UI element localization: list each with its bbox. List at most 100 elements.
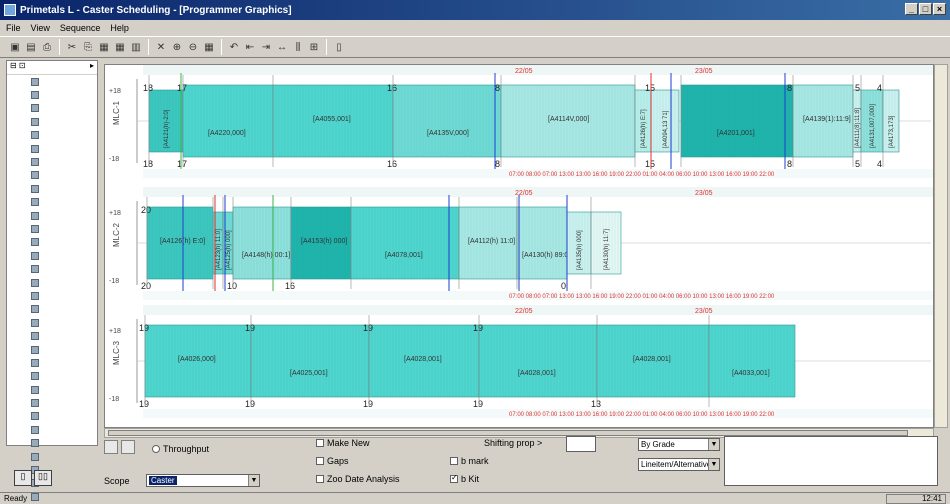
tree-item[interactable] <box>7 329 97 342</box>
folder-icon <box>31 425 39 434</box>
close-icon[interactable]: ✕ <box>154 40 168 54</box>
tree-item[interactable] <box>7 222 97 235</box>
close-button[interactable]: × <box>933 3 946 15</box>
tree-header-left[interactable]: ⊟ ⊡ <box>10 61 26 74</box>
menu-help[interactable]: Help <box>110 23 129 33</box>
zoo-date-analysis-option[interactable]: Zoo Date Analysis <box>316 474 400 484</box>
menu-view[interactable]: View <box>31 23 50 33</box>
tree-item[interactable] <box>7 423 97 436</box>
block-bottom-number: 16 <box>285 281 295 291</box>
tree-item[interactable] <box>7 356 97 369</box>
split-view-icon[interactable]: ▯▯ <box>34 470 52 486</box>
b-kit-option[interactable]: b Kit <box>450 473 479 484</box>
tree-item[interactable] <box>7 396 97 409</box>
filter-select[interactable]: Lineitem/Alternative ▼ <box>638 458 720 471</box>
block-label: [A4153(h) 000] <box>301 238 347 245</box>
block-label: [A4123(h) 11:0] <box>216 229 222 270</box>
tree-item[interactable] <box>7 316 97 329</box>
tree-item[interactable] <box>7 370 97 383</box>
tree-item[interactable] <box>7 196 97 209</box>
paste-icon[interactable]: ▦ <box>97 40 111 54</box>
merge-icon[interactable]: ⊞ <box>307 40 321 54</box>
open-icon[interactable]: ▣ <box>8 40 22 54</box>
throughput-radio[interactable] <box>152 445 160 453</box>
tree-item[interactable] <box>7 115 97 128</box>
tree-item[interactable] <box>7 262 97 275</box>
grid-icon[interactable]: ▦ <box>113 40 127 54</box>
tree-item[interactable] <box>7 75 97 88</box>
menu-sequence[interactable]: Sequence <box>60 23 101 33</box>
shifting-prop: Shifting prop > <box>484 438 542 448</box>
b-kit-checkbox[interactable] <box>450 473 458 483</box>
delete-icon[interactable]: ⊖ <box>186 40 200 54</box>
b-mark-option[interactable]: b mark <box>450 456 489 466</box>
tree-item[interactable] <box>7 249 97 262</box>
calendar-icon[interactable]: ▦ <box>202 40 216 54</box>
cut-icon[interactable]: ✂ <box>65 40 79 54</box>
tree-item[interactable] <box>7 169 97 182</box>
tree-item[interactable] <box>7 236 97 249</box>
gaps-checkbox[interactable] <box>316 457 324 465</box>
chevron-down-icon[interactable]: ▼ <box>248 475 259 486</box>
gantt-chart[interactable]: 22/05 23/05 +18 -18 MLC-1 [A4121(h)-2:0] 18 18 [… <box>105 65 934 428</box>
tree-item[interactable] <box>7 410 97 423</box>
tree-item[interactable] <box>7 129 97 142</box>
sort-select[interactable]: By Grade ▼ <box>638 438 720 451</box>
gaps-option[interactable]: Gaps <box>316 456 349 466</box>
folder-icon <box>31 224 39 233</box>
tree-item[interactable] <box>7 383 97 396</box>
tree-item[interactable] <box>7 155 97 168</box>
tree-item[interactable] <box>7 450 97 463</box>
info-box[interactable] <box>724 436 938 486</box>
tree-item[interactable] <box>7 343 97 356</box>
b-mark-checkbox[interactable] <box>450 457 458 465</box>
folder-icon <box>31 345 39 354</box>
tree-header-right[interactable]: ▸ <box>90 61 94 74</box>
insert-icon[interactable]: ⊕ <box>170 40 184 54</box>
align-right-icon[interactable]: ⇥ <box>259 40 273 54</box>
tree-item[interactable] <box>7 289 97 302</box>
single-view-icon[interactable]: ▯ <box>14 470 32 486</box>
tree-item[interactable] <box>7 88 97 101</box>
tree-item[interactable] <box>7 276 97 289</box>
b-mark-label: b mark <box>461 456 489 466</box>
zoo-date-analysis-checkbox[interactable] <box>316 475 324 483</box>
folder-icon <box>31 171 39 180</box>
block-top-number: 5 <box>855 83 860 93</box>
split-icon[interactable]: ⫼ <box>291 40 305 54</box>
prev-button[interactable] <box>104 440 118 454</box>
undo-icon[interactable]: ↶ <box>227 40 241 54</box>
scope-select[interactable]: Caster ▼ <box>146 474 260 487</box>
move-icon[interactable]: ↔ <box>275 40 289 54</box>
shifting-prop-input[interactable] <box>566 436 596 452</box>
block-label: [A4131,007,000] <box>870 104 876 148</box>
next-button[interactable] <box>121 440 135 454</box>
date-strip <box>143 187 933 197</box>
make-new-option[interactable]: Make New <box>316 438 370 448</box>
copy-icon[interactable]: ⎘ <box>81 40 95 54</box>
vertical-scrollbar[interactable] <box>934 64 948 428</box>
gantt-area[interactable]: 22/05 23/05 +18 -18 MLC-1 [A4121(h)-2:0] 18 18 [… <box>104 64 934 428</box>
block-label: [A4094,13 71] <box>663 110 669 148</box>
print-icon[interactable]: ⎙ <box>40 40 54 54</box>
chart-icon[interactable]: ▥ <box>129 40 143 54</box>
document-icon[interactable]: ▯ <box>332 40 346 54</box>
tree-item[interactable] <box>7 142 97 155</box>
tree-item[interactable] <box>7 303 97 316</box>
menu-file[interactable]: File <box>6 23 21 33</box>
chevron-down-icon[interactable]: ▼ <box>708 439 719 450</box>
tree-item[interactable] <box>7 209 97 222</box>
maximize-button[interactable]: □ <box>919 3 932 15</box>
minimize-button[interactable]: _ <box>905 3 918 15</box>
tree-item[interactable] <box>7 437 97 450</box>
align-left-icon[interactable]: ⇤ <box>243 40 257 54</box>
tree-item[interactable] <box>7 102 97 115</box>
chevron-down-icon[interactable]: ▼ <box>708 459 719 470</box>
toolbar-separator <box>221 39 222 55</box>
date-strip <box>143 65 933 75</box>
tree-item[interactable] <box>7 182 97 195</box>
save-icon[interactable]: ▤ <box>24 40 38 54</box>
make-new-checkbox[interactable] <box>316 439 324 447</box>
block-label: [A4201,001] <box>717 130 755 137</box>
throughput-option[interactable]: Throughput <box>152 444 209 454</box>
